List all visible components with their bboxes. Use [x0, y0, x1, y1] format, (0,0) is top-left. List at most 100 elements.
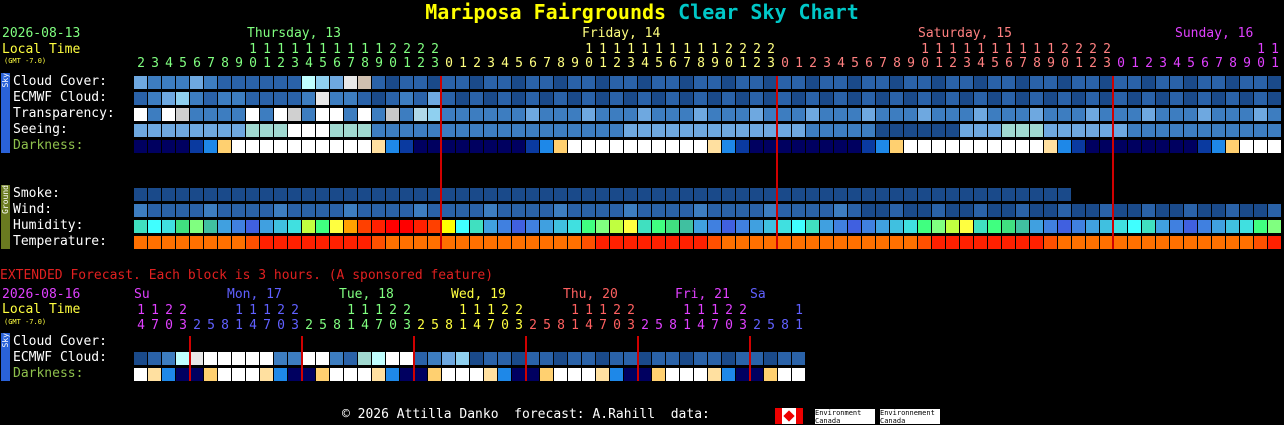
ecmwf-cloud-cell: [1044, 92, 1057, 105]
wind-cell: [498, 204, 511, 217]
wind-cell: [988, 204, 1001, 217]
ecmwf-cloud-cell: [960, 92, 973, 105]
ecmwf-cloud-cell: [820, 92, 833, 105]
cloud-cover-cell: [148, 76, 161, 89]
wind-cell: [778, 204, 791, 217]
cloud-cover-cell: [988, 76, 1001, 89]
humidity-cell: [652, 220, 665, 233]
hour-ones: 9: [375, 56, 383, 71]
temperature-cell: [862, 236, 875, 249]
ext-cloud-cell: [456, 352, 469, 365]
smoke-cell: [232, 188, 245, 201]
ext-cloud-cell: [358, 352, 371, 365]
ext-cloud-cell: [204, 352, 217, 365]
seeing-cell: [792, 124, 805, 137]
hour-ones: 2: [417, 56, 425, 71]
transparency-cell: [596, 108, 609, 121]
ext-darkness-cell: [792, 368, 805, 381]
wind-cell: [232, 204, 245, 217]
hour-ones: 0: [389, 56, 397, 71]
wind-cell: [568, 204, 581, 217]
wind-cell: [1142, 204, 1155, 217]
row-label: Wind:: [13, 202, 53, 217]
transparency-cell: [1170, 108, 1183, 121]
smoke-cell: [204, 188, 217, 201]
temperature-cell: [792, 236, 805, 249]
ecmwf-cloud-cell: [792, 92, 805, 105]
transparency-cell: [414, 108, 427, 121]
ext-cloud-cell: [470, 352, 483, 365]
cloud-cover-cell: [722, 76, 735, 89]
humidity-cell: [750, 220, 763, 233]
seeing-cell: [218, 124, 231, 137]
ecmwf-cloud-cell: [134, 92, 147, 105]
seeing-cell: [862, 124, 875, 137]
cloud-cover-cell: [1058, 76, 1071, 89]
humidity-cell: [638, 220, 651, 233]
day-label-2: Saturday, 15: [918, 26, 1012, 41]
temperature-cell: [1212, 236, 1225, 249]
seeing-cell: [316, 124, 329, 137]
ecmwf-cloud-cell: [652, 92, 665, 105]
cloud-cover-cell: [694, 76, 707, 89]
wind-cell: [708, 204, 721, 217]
ext-cloud-cell: [778, 352, 791, 365]
transparency-cell: [162, 108, 175, 121]
hour-ones: 3: [767, 56, 775, 71]
cloud-cover-cell: [274, 76, 287, 89]
humidity-cell: [456, 220, 469, 233]
seeing-cell: [456, 124, 469, 137]
ecmwf-cloud-cell: [176, 92, 189, 105]
transparency-cell: [624, 108, 637, 121]
row-label: Humidity:: [13, 218, 84, 233]
ecmwf-cloud-cell: [974, 92, 987, 105]
ext-sky-side-label: Sky: [1, 333, 10, 348]
smoke-cell: [1016, 188, 1029, 201]
transparency-cell: [554, 108, 567, 121]
transparency-cell: [260, 108, 273, 121]
hour-ones: 0: [249, 56, 257, 71]
darkness-cell: [1226, 140, 1239, 153]
seeing-cell: [750, 124, 763, 137]
place-name: Mariposa Fairgrounds: [425, 0, 667, 24]
ecmwf-cloud-cell: [148, 92, 161, 105]
smoke-cell: [540, 188, 553, 201]
smoke-cell: [876, 188, 889, 201]
ext-cloud-cell: [736, 352, 749, 365]
hour-ones: 1: [1131, 56, 1139, 71]
transparency-cell: [386, 108, 399, 121]
temperature-cell: [848, 236, 861, 249]
cloud-cover-cell: [1198, 76, 1211, 89]
wind-cell: [722, 204, 735, 217]
hour-ones: 6: [529, 56, 537, 71]
humidity-cell: [330, 220, 343, 233]
humidity-cell: [204, 220, 217, 233]
smoke-cell: [414, 188, 427, 201]
darkness-cell: [358, 140, 371, 153]
ext-row-label: Cloud Cover:: [13, 334, 107, 349]
ecmwf-cloud-cell: [624, 92, 637, 105]
ground-side-label: Ground: [1, 185, 10, 214]
transparency-cell: [862, 108, 875, 121]
ext-darkness-cell: [596, 368, 609, 381]
darkness-cell: [204, 140, 217, 153]
seeing-cell: [806, 124, 819, 137]
cloud-cover-cell: [792, 76, 805, 89]
wind-cell: [414, 204, 427, 217]
humidity-cell: [666, 220, 679, 233]
temperature-cell: [1170, 236, 1183, 249]
hour-ones: 9: [1047, 56, 1055, 71]
wind-cell: [246, 204, 259, 217]
ext-day-label: Thu, 20: [563, 287, 618, 302]
seeing-cell: [204, 124, 217, 137]
wind-cell: [946, 204, 959, 217]
humidity-cell: [778, 220, 791, 233]
darkness-cell: [904, 140, 917, 153]
ecmwf-cloud-cell: [694, 92, 707, 105]
ecmwf-cloud-cell: [554, 92, 567, 105]
temperature-cell: [204, 236, 217, 249]
ext-hour-ones: 3: [403, 318, 411, 333]
humidity-cell: [708, 220, 721, 233]
darkness-cell: [596, 140, 609, 153]
humidity-cell: [862, 220, 875, 233]
